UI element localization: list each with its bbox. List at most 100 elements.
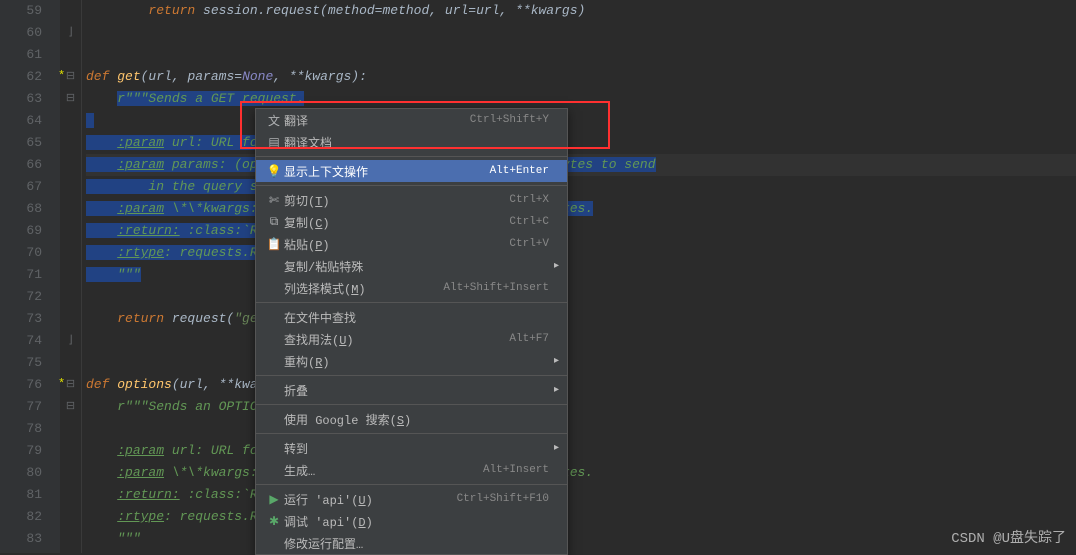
menu-item-shortcut: Alt+Enter xyxy=(490,165,549,177)
paste-icon: 📋 xyxy=(264,237,284,252)
menu-item-22[interactable]: ▶运行 'api'(U)Ctrl+Shift+F10 xyxy=(256,488,567,510)
bookmark-icon: * xyxy=(58,377,65,391)
menu-separator xyxy=(256,404,567,405)
code-line[interactable]: :rtype: requests.Response xyxy=(86,242,1076,264)
line-number[interactable]: 82 xyxy=(0,506,42,528)
menu-item-label: 转到 xyxy=(284,440,549,457)
line-number[interactable]: 62 xyxy=(0,66,42,88)
line-number[interactable]: 77 xyxy=(0,396,42,418)
code-line[interactable] xyxy=(86,22,1076,44)
code-line[interactable] xyxy=(86,44,1076,66)
line-number[interactable]: 80 xyxy=(0,462,42,484)
menu-item-label: 复制(C) xyxy=(284,214,509,231)
menu-item-label: 调试 'api'(D) xyxy=(284,513,549,530)
menu-item-5[interactable]: ✄剪切(T)Ctrl+X xyxy=(256,189,567,211)
bulb-icon: 💡 xyxy=(264,164,284,179)
code-line[interactable]: :param \*\*kwargs: Optional arguments th… xyxy=(86,462,1076,484)
line-number[interactable]: 63 xyxy=(0,88,42,110)
code-line[interactable] xyxy=(86,330,1076,352)
debug-icon: ✱ xyxy=(264,514,284,529)
code-line[interactable]: return request("get", url, params=params… xyxy=(86,308,1076,330)
menu-item-6[interactable]: ⧉复制(C)Ctrl+C xyxy=(256,211,567,233)
line-number[interactable]: 70 xyxy=(0,242,42,264)
menu-item-9[interactable]: 列选择模式(M)Alt+Shift+Insert xyxy=(256,277,567,299)
line-number[interactable]: 68 xyxy=(0,198,42,220)
menu-separator xyxy=(256,156,567,157)
line-number[interactable]: 59 xyxy=(0,0,42,22)
menu-item-13[interactable]: 重构(R)▸ xyxy=(256,350,567,372)
line-number[interactable]: 73 xyxy=(0,308,42,330)
code-line[interactable] xyxy=(86,286,1076,308)
submenu-arrow-icon: ▸ xyxy=(554,384,559,396)
menu-item-label: 在文件中查找 xyxy=(284,309,549,326)
line-number[interactable]: 71 xyxy=(0,264,42,286)
line-number[interactable]: 60 xyxy=(0,22,42,44)
menu-item-0[interactable]: 文翻译Ctrl+Shift+Y xyxy=(256,109,567,131)
code-line[interactable] xyxy=(86,352,1076,374)
line-number[interactable]: 72 xyxy=(0,286,42,308)
menu-item-shortcut: Ctrl+C xyxy=(509,216,549,228)
menu-item-8[interactable]: 复制/粘贴特殊▸ xyxy=(256,255,567,277)
line-number[interactable]: 64 xyxy=(0,110,42,132)
menu-item-shortcut: Ctrl+V xyxy=(509,238,549,250)
menu-item-shortcut: Ctrl+Shift+F10 xyxy=(457,493,549,505)
submenu-arrow-icon: ▸ xyxy=(554,355,559,367)
menu-item-shortcut: Ctrl+Shift+Y xyxy=(470,114,549,126)
menu-item-label: 翻译 xyxy=(284,112,470,129)
line-number[interactable]: 66 xyxy=(0,154,42,176)
line-number[interactable]: 65 xyxy=(0,132,42,154)
menu-item-shortcut: Alt+Insert xyxy=(483,464,549,476)
code-line[interactable]: return session.request(method=method, ur… xyxy=(86,0,1076,22)
menu-item-label: 列选择模式(M) xyxy=(284,280,443,297)
line-number[interactable]: 69 xyxy=(0,220,42,242)
menu-item-1[interactable]: ▤翻译文档 xyxy=(256,131,567,153)
menu-item-15[interactable]: 折叠▸ xyxy=(256,379,567,401)
code-line[interactable]: :param params: (optional) Dictionary, li… xyxy=(86,154,1076,176)
menu-item-label: 翻译文档 xyxy=(284,134,549,151)
code-line[interactable]: :param \*\*kwargs: Optional arguments th… xyxy=(86,198,1076,220)
line-number[interactable]: 75 xyxy=(0,352,42,374)
menu-item-3[interactable]: 💡显示上下文操作Alt+Enter xyxy=(256,160,567,182)
code-line[interactable]: """ xyxy=(86,264,1076,286)
code-line[interactable]: r"""Sends an OPTIONS request. xyxy=(86,396,1076,418)
code-line[interactable]: :rtype: requests.Response xyxy=(86,506,1076,528)
watermark-text: CSDN @U盘失踪了 xyxy=(951,527,1066,547)
submenu-arrow-icon: ▸ xyxy=(554,260,559,272)
menu-item-19[interactable]: 转到▸ xyxy=(256,437,567,459)
menu-item-label: 修改运行配置… xyxy=(284,535,549,552)
menu-item-23[interactable]: ✱调试 'api'(D) xyxy=(256,510,567,532)
line-number[interactable]: 76 xyxy=(0,374,42,396)
line-number[interactable]: 81 xyxy=(0,484,42,506)
line-number[interactable]: 78 xyxy=(0,418,42,440)
code-line[interactable]: :return: :class:`Response <Response>` ob… xyxy=(86,484,1076,506)
line-number[interactable]: 61 xyxy=(0,44,42,66)
code-line[interactable]: :param url: URL for the new xyxy=(86,132,1076,154)
line-number[interactable]: 83 xyxy=(0,528,42,550)
line-number[interactable]: 74 xyxy=(0,330,42,352)
code-line[interactable]: r"""Sends a GET request. xyxy=(86,88,1076,110)
code-line[interactable]: def get(url, params=None, **kwargs): xyxy=(86,66,1076,88)
menu-item-label: 使用 Google 搜索(S) xyxy=(284,411,549,428)
menu-item-11[interactable]: 在文件中查找 xyxy=(256,306,567,328)
code-line[interactable]: def options(url, **kwargs): xyxy=(86,374,1076,396)
code-line[interactable] xyxy=(86,110,1076,132)
run-icon: ▶ xyxy=(264,492,284,507)
menu-item-7[interactable]: 📋粘贴(P)Ctrl+V xyxy=(256,233,567,255)
menu-item-shortcut: Ctrl+X xyxy=(509,194,549,206)
code-line[interactable]: :param url: URL for the new xyxy=(86,440,1076,462)
context-menu[interactable]: 文翻译Ctrl+Shift+Y▤翻译文档 💡显示上下文操作Alt+Enter ✄剪切… xyxy=(255,108,568,555)
code-area[interactable]: return session.request(method=method, ur… xyxy=(82,0,1076,553)
line-number[interactable]: 67 xyxy=(0,176,42,198)
copy-icon: ⧉ xyxy=(264,215,284,229)
menu-item-17[interactable]: 使用 Google 搜索(S) xyxy=(256,408,567,430)
menu-separator xyxy=(256,433,567,434)
menu-item-24[interactable]: 修改运行配置… xyxy=(256,532,567,554)
line-number-gutter[interactable]: 5960616263646566676869707172737475767778… xyxy=(0,0,60,553)
menu-item-12[interactable]: 查找用法(U)Alt+F7 xyxy=(256,328,567,350)
code-line[interactable]: in the query string for the xyxy=(86,176,1076,198)
code-line[interactable]: """ xyxy=(86,528,1076,550)
code-line[interactable]: :return: :class:`Response <Response>` ob… xyxy=(86,220,1076,242)
menu-item-20[interactable]: 生成…Alt+Insert xyxy=(256,459,567,481)
line-number[interactable]: 79 xyxy=(0,440,42,462)
code-line[interactable] xyxy=(86,418,1076,440)
